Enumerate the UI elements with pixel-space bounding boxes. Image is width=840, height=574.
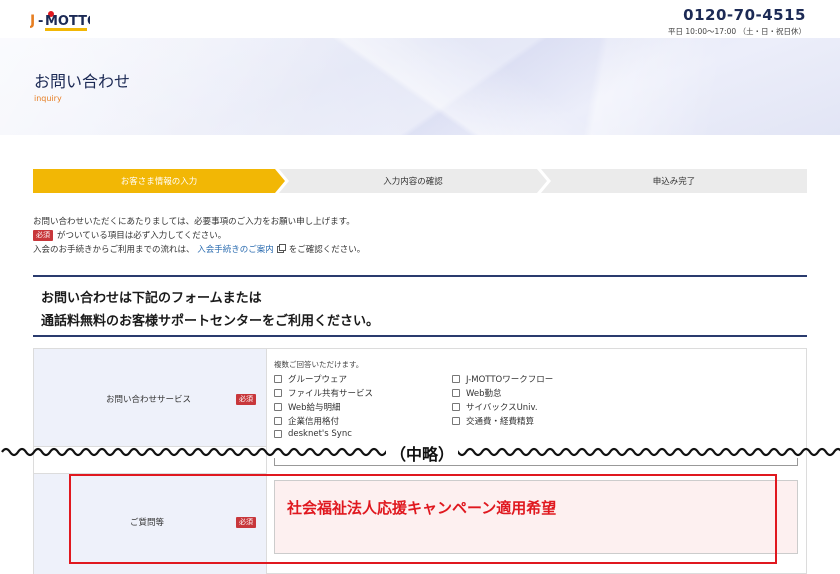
checkbox[interactable]	[274, 403, 282, 411]
checkbox[interactable]	[274, 389, 282, 397]
service-label: お問い合わせサービス	[106, 395, 192, 405]
required-badge: 必須	[236, 394, 256, 405]
page-hero: お問い合わせ inquiry	[0, 38, 840, 135]
svg-text:-: -	[38, 14, 43, 29]
checkbox-credit-rating[interactable]: 企業信用格付	[274, 415, 339, 427]
step-confirm: 入力内容の確認	[279, 169, 547, 193]
service-label-cell: お問い合わせサービス 必須	[34, 349, 266, 447]
required-badge: 必須	[33, 230, 53, 241]
checkbox-web-attendance[interactable]: Web勤怠	[452, 387, 502, 399]
checkbox[interactable]	[452, 403, 460, 411]
checkbox[interactable]	[452, 417, 460, 425]
step-complete: 申込み完了	[541, 169, 807, 193]
checkbox[interactable]	[274, 417, 282, 425]
checkbox-workflow[interactable]: J-MOTTOワークフロー	[452, 373, 553, 385]
page-title: お問い合わせ	[34, 72, 131, 91]
checkbox[interactable]	[274, 430, 282, 438]
support-phone: 0120-70-4515 平日 10:00～17:00 （土・日・祝日休）	[668, 6, 806, 37]
svg-text:J: J	[30, 13, 35, 29]
intro-line-3: 入会のお手続きからご利用までの流れは、 入会手続きのご案内 をご確認ください。	[33, 244, 366, 255]
notice-line-2: 通話料無料のお客様サポートセンターをご利用ください。	[41, 314, 380, 329]
contact-notice: お問い合わせは下記のフォームまたは 通話料無料のお客様サポートセンターをご利用く…	[33, 275, 807, 337]
intro-line-1: お問い合わせいただくにあたりましては、必要事項のご入力をお願い申し上げます。	[33, 217, 355, 227]
business-hours: 平日 10:00～17:00 （土・日・祝日休）	[668, 27, 806, 36]
multi-select-note: 複数ご回答いただけます。	[274, 360, 364, 369]
intro-line-2: 必須 がついている項目は必ず入力してください。	[33, 229, 365, 243]
highlight-frame	[69, 474, 777, 564]
page-subtitle: inquiry	[34, 94, 62, 103]
membership-guide-link[interactable]: 入会手続きのご案内	[197, 245, 274, 255]
progress-steps: お客さま情報の入力 入力内容の確認 申込み完了	[33, 169, 807, 193]
intro-text: お問い合わせいただくにあたりましては、必要事項のご入力をお願い申し上げます。 必…	[33, 215, 365, 257]
phone-number[interactable]: 0120-70-4515	[668, 6, 806, 24]
external-link-icon	[276, 244, 286, 253]
checkbox-file-sharing[interactable]: ファイル共有サービス	[274, 387, 373, 399]
checkbox-cybax-univ[interactable]: サイバックスUniv.	[452, 401, 538, 413]
checkbox-expense[interactable]: 交通費・経費精算	[452, 415, 534, 427]
checkbox[interactable]	[274, 375, 282, 383]
checkbox-web-payslip[interactable]: Web給与明細	[274, 401, 341, 413]
omission-label: （中略）	[386, 441, 459, 465]
checkbox[interactable]	[452, 389, 460, 397]
svg-text:MOTTO: MOTTO	[45, 14, 90, 29]
checkbox[interactable]	[452, 375, 460, 383]
checkbox-groupware[interactable]: グループウェア	[274, 373, 347, 385]
step-input: お客さま情報の入力	[33, 169, 285, 193]
j-motto-logo[interactable]: J - MOTTO	[30, 8, 90, 34]
notice-line-1: お問い合わせは下記のフォームまたは	[41, 291, 262, 306]
